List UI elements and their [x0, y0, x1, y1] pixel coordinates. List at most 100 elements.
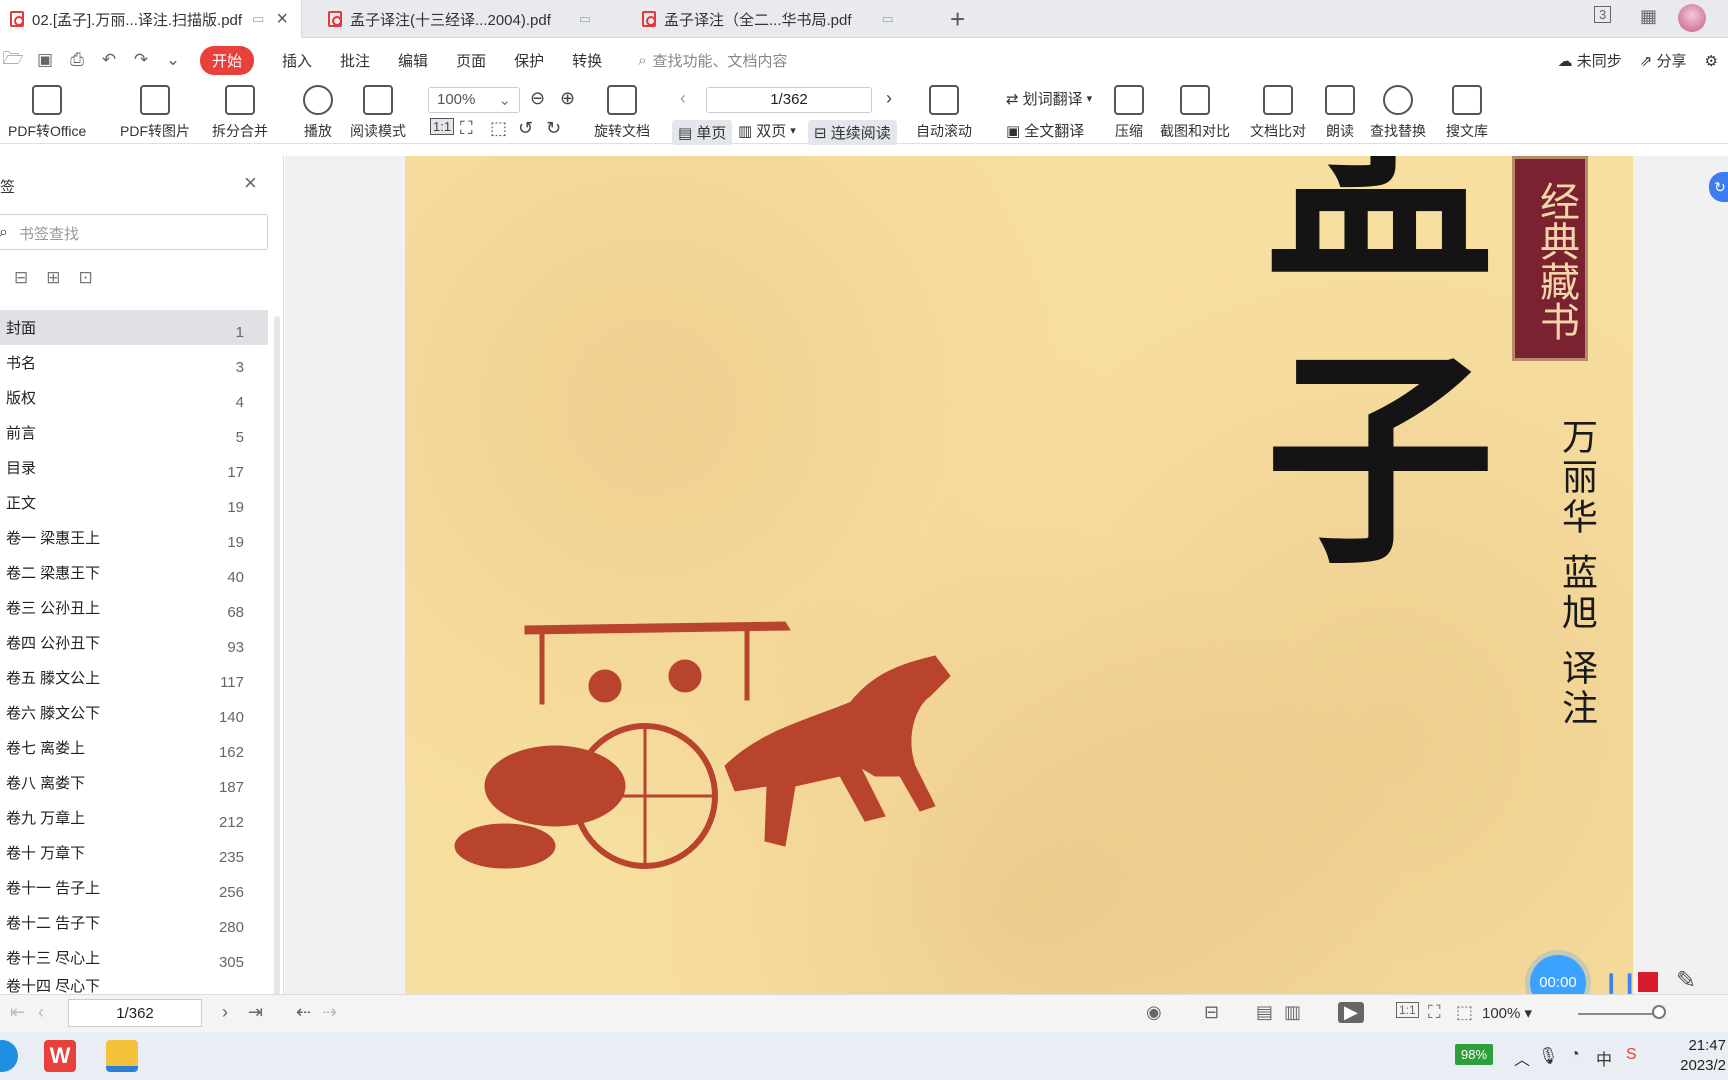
bookmark-item[interactable]: 卷十四 尽心下 [0, 975, 268, 995]
continuous-read-button[interactable]: ⊟ 连续阅读 [808, 120, 897, 145]
document-view[interactable]: 孟 子 经典藏书 万丽华 蓝旭 译注 ↻ [285, 156, 1728, 994]
auto-scroll-button[interactable]: 自动滚动 [916, 82, 972, 141]
bookmark-item[interactable]: 书名 3 [0, 345, 268, 380]
print-icon[interactable]: ⎙ [66, 50, 88, 70]
play-button[interactable]: 播放 [303, 82, 333, 141]
actual-size-icon[interactable]: 1:1 [1396, 1002, 1419, 1018]
bookmark-item[interactable]: 封面 1 [0, 310, 268, 345]
forward-icon[interactable]: ⇢ [322, 1002, 337, 1023]
fit-page-icon[interactable]: ⛶ [460, 118, 473, 139]
add-bookmark-icon[interactable]: ⊞ [46, 268, 60, 288]
next-page-icon[interactable]: › [222, 1002, 228, 1023]
clock[interactable]: 21:47 2023/2 [1680, 1036, 1726, 1076]
tab-document-1[interactable]: 02.[孟子].万丽...译注.扫描版.pdf ▭ × [0, 0, 302, 38]
browser-icon[interactable] [0, 1040, 18, 1072]
pdf-to-image-button[interactable]: PDF转图片 [120, 82, 190, 141]
menu-start[interactable]: 开始 [200, 45, 255, 75]
feature-search[interactable]: ⌕ 查找功能、文档内容 [638, 50, 787, 71]
actual-size-icon[interactable]: 1:1 [430, 118, 455, 135]
avatar[interactable] [1678, 4, 1706, 32]
bookmark-item[interactable]: 目录 17 [0, 450, 268, 485]
monitor-icon[interactable]: ▭ [882, 11, 894, 27]
compress-button[interactable]: 压缩 [1114, 82, 1144, 141]
bookmark-item[interactable]: 卷六 滕文公下 140 [0, 695, 268, 730]
next-page-icon[interactable]: › [886, 88, 892, 109]
ime-indicator[interactable]: 中 [1596, 1046, 1612, 1070]
bookmark-item[interactable]: 卷十 万章下 235 [0, 835, 268, 870]
find-replace-button[interactable]: 查找替换 [1370, 82, 1426, 141]
menu-insert[interactable]: 插入 [282, 50, 312, 71]
zoom-slider-knob[interactable] [1652, 1005, 1666, 1019]
bookmark-item[interactable]: 前言 5 [0, 415, 268, 450]
dropdown-chevron-icon[interactable]: ⌄ [162, 50, 184, 70]
bookmark-item[interactable]: 卷十二 告子下 280 [0, 905, 268, 940]
battery-indicator[interactable]: 98% [1455, 1044, 1494, 1065]
monitor-icon[interactable]: ▭ [579, 11, 591, 27]
bookmark-item[interactable]: 卷八 离娄下 187 [0, 765, 268, 800]
pen-icon[interactable]: ✎ [1676, 966, 1696, 995]
save-icon[interactable]: ▣ [34, 50, 56, 70]
wps-icon[interactable]: W [44, 1040, 76, 1072]
bookmark-item[interactable]: 卷十一 告子上 256 [0, 870, 268, 905]
menu-annotate[interactable]: 批注 [340, 50, 370, 71]
full-translate-button[interactable]: ▣ 全文翻译 [1006, 120, 1084, 141]
microphone-icon[interactable]: 🎙 [1538, 1046, 1558, 1066]
single-page-button[interactable]: ▤ 单页 [672, 120, 733, 145]
fit-width-icon[interactable]: ⬚ [1456, 1002, 1473, 1023]
bookmark-item[interactable]: 卷二 梁惠王下 40 [0, 555, 268, 590]
grid-view-icon[interactable]: ▦ [1640, 6, 1657, 27]
fit-page-icon[interactable]: ⛶ [1428, 1002, 1441, 1023]
undo-icon[interactable]: ↶ [98, 50, 120, 70]
doc-compare-button[interactable]: 文档比对 [1250, 82, 1306, 141]
rotate-left-icon[interactable]: ↺ [518, 118, 533, 139]
bookmark-item[interactable]: 卷十三 尽心上 305 [0, 940, 268, 975]
prev-page-icon[interactable]: ‹ [680, 88, 686, 109]
first-page-icon[interactable]: ⇤ [10, 1002, 25, 1023]
zoom-select[interactable]: 100% ⌄ [428, 87, 520, 113]
prev-page-icon[interactable]: ‹ [38, 1002, 44, 1023]
side-assistant-icon[interactable]: ↻ [1709, 172, 1728, 202]
close-sidebar-icon[interactable]: × [244, 170, 257, 196]
bookmark-icon[interactable]: ⊡ [79, 268, 93, 288]
split-merge-button[interactable]: 拆分合并 [212, 82, 268, 141]
fit-width-icon[interactable]: ⬚ [490, 118, 507, 139]
stop-recording-button[interactable] [1638, 972, 1658, 992]
status-page-input[interactable]: 1/362 [68, 999, 202, 1027]
menu-page[interactable]: 页面 [456, 50, 486, 71]
monitor-icon[interactable]: ▭ [252, 11, 264, 27]
zoom-in-icon[interactable]: ⊕ [560, 88, 575, 109]
status-zoom[interactable]: 100% ▾ [1482, 1004, 1532, 1022]
read-aloud-button[interactable]: 朗读 [1325, 82, 1355, 141]
tab-document-3[interactable]: 孟子译注（全二...华书局.pdf ▭ [632, 0, 932, 38]
sidebar-scrollbar[interactable] [274, 316, 280, 1080]
sogou-icon[interactable]: S [1626, 1046, 1637, 1064]
zoom-out-icon[interactable]: ⊖ [530, 88, 545, 109]
screenshot-compare-button[interactable]: 截图和对比 [1160, 82, 1230, 141]
single-view-icon[interactable]: ▤ [1256, 1002, 1273, 1023]
bookmark-item[interactable]: 卷七 离娄上 162 [0, 730, 268, 765]
close-tab-icon[interactable]: × [276, 8, 288, 31]
read-mode-button[interactable]: 阅读模式 [350, 82, 406, 141]
bookmark-item[interactable]: 卷三 公孙丑上 68 [0, 590, 268, 625]
play-slideshow-icon[interactable]: ▶ [1338, 1002, 1364, 1023]
file-explorer-icon[interactable] [106, 1040, 138, 1072]
open-folder-icon[interactable]: 🗁 [2, 46, 24, 75]
eye-protect-icon[interactable]: ◉ [1146, 1002, 1162, 1023]
bookmark-item[interactable]: 卷一 梁惠王上 19 [0, 520, 268, 555]
back-icon[interactable]: ⇠ [296, 1002, 311, 1023]
bookmark-item[interactable]: 卷五 滕文公上 117 [0, 660, 268, 695]
tab-document-2[interactable]: 孟子译注(十三经译...2004).pdf ▭ [318, 0, 618, 38]
last-page-icon[interactable]: ⇥ [248, 1002, 263, 1023]
wifi-icon[interactable]: ◔ [1570, 1046, 1580, 1064]
bookmark-search-input[interactable]: ⌕ 书签查找 [0, 214, 268, 250]
doc-library-button[interactable]: 搜文库 [1446, 82, 1488, 141]
chevron-up-icon[interactable]: ︿ [1514, 1046, 1530, 1070]
pdf-to-office-button[interactable]: PDF转Office [8, 82, 86, 141]
menu-edit[interactable]: 编辑 [398, 50, 428, 71]
sync-button[interactable]: ☁ 未同步 [1558, 50, 1622, 71]
rotate-right-icon[interactable]: ↻ [546, 118, 561, 139]
page-number-input[interactable]: 1/362 [706, 87, 872, 113]
bookmark-item[interactable]: 卷四 公孙丑下 93 [0, 625, 268, 660]
share-button[interactable]: ⇗ 分享 [1640, 50, 1687, 71]
zoom-slider[interactable] [1578, 1013, 1660, 1015]
